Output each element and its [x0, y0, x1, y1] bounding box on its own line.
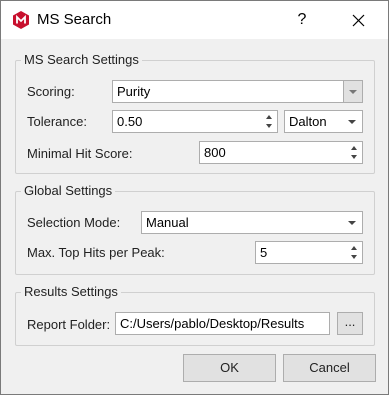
scoring-label: Scoring: — [27, 84, 75, 99]
app-logo-icon — [13, 11, 29, 29]
selection-mode-value: Manual — [146, 215, 189, 230]
tolerance-unit-combobox[interactable]: Dalton — [284, 110, 363, 133]
selection-mode-label: Selection Mode: — [27, 215, 121, 230]
ok-button[interactable]: OK — [183, 354, 276, 382]
chevron-down-icon — [348, 221, 356, 225]
cancel-button[interactable]: Cancel — [283, 354, 376, 382]
tolerance-spin-buttons[interactable] — [265, 113, 275, 131]
minimal-hit-score-spinbox[interactable]: 800 — [199, 141, 363, 164]
spin-up-icon[interactable] — [351, 146, 357, 150]
tolerance-spinbox[interactable]: 0.50 — [112, 110, 278, 133]
spin-up-icon[interactable] — [351, 246, 357, 250]
spin-down-icon[interactable] — [351, 155, 357, 159]
window-title: MS Search — [37, 11, 112, 28]
scoring-value: Purity — [117, 84, 151, 99]
close-icon — [352, 14, 365, 27]
help-button[interactable]: ? — [283, 5, 321, 35]
max-top-hits-value: 5 — [260, 245, 268, 260]
browse-folder-button[interactable]: ... — [337, 312, 363, 335]
chevron-down-icon — [348, 120, 356, 124]
results-settings-title: Results Settings — [21, 284, 121, 299]
tolerance-unit-value: Dalton — [289, 114, 327, 129]
chevron-down-icon — [349, 90, 357, 94]
spin-up-icon[interactable] — [266, 115, 272, 119]
report-folder-input[interactable]: C:/Users/pablo/Desktop/Results — [115, 312, 330, 335]
minimal-hit-score-value: 800 — [204, 145, 226, 160]
scoring-dropdown-button[interactable] — [343, 81, 362, 102]
spin-down-icon[interactable] — [266, 124, 272, 128]
max-top-hits-label: Max. Top Hits per Peak: — [27, 245, 165, 260]
ms-search-dialog: MS Search ? MS Search Settings Scoring: … — [0, 0, 389, 395]
title-bar: MS Search ? — [1, 1, 388, 39]
minimal-hit-score-label: Minimal Hit Score: — [27, 146, 133, 161]
scoring-combobox[interactable]: Purity — [112, 80, 363, 103]
tolerance-label: Tolerance: — [27, 114, 87, 129]
spin-down-icon[interactable] — [351, 255, 357, 259]
tolerance-value: 0.50 — [117, 114, 143, 129]
report-folder-label: Report Folder: — [27, 317, 111, 332]
report-folder-value: C:/Users/pablo/Desktop/Results — [120, 316, 305, 331]
global-settings-title: Global Settings — [21, 183, 116, 198]
close-button[interactable] — [339, 5, 377, 35]
ms-search-settings-title: MS Search Settings — [21, 52, 142, 67]
minimal-hit-score-spin-buttons[interactable] — [350, 144, 360, 162]
max-top-hits-spinbox[interactable]: 5 — [255, 241, 363, 264]
max-top-hits-spin-buttons[interactable] — [350, 244, 360, 262]
selection-mode-combobox[interactable]: Manual — [141, 211, 363, 234]
